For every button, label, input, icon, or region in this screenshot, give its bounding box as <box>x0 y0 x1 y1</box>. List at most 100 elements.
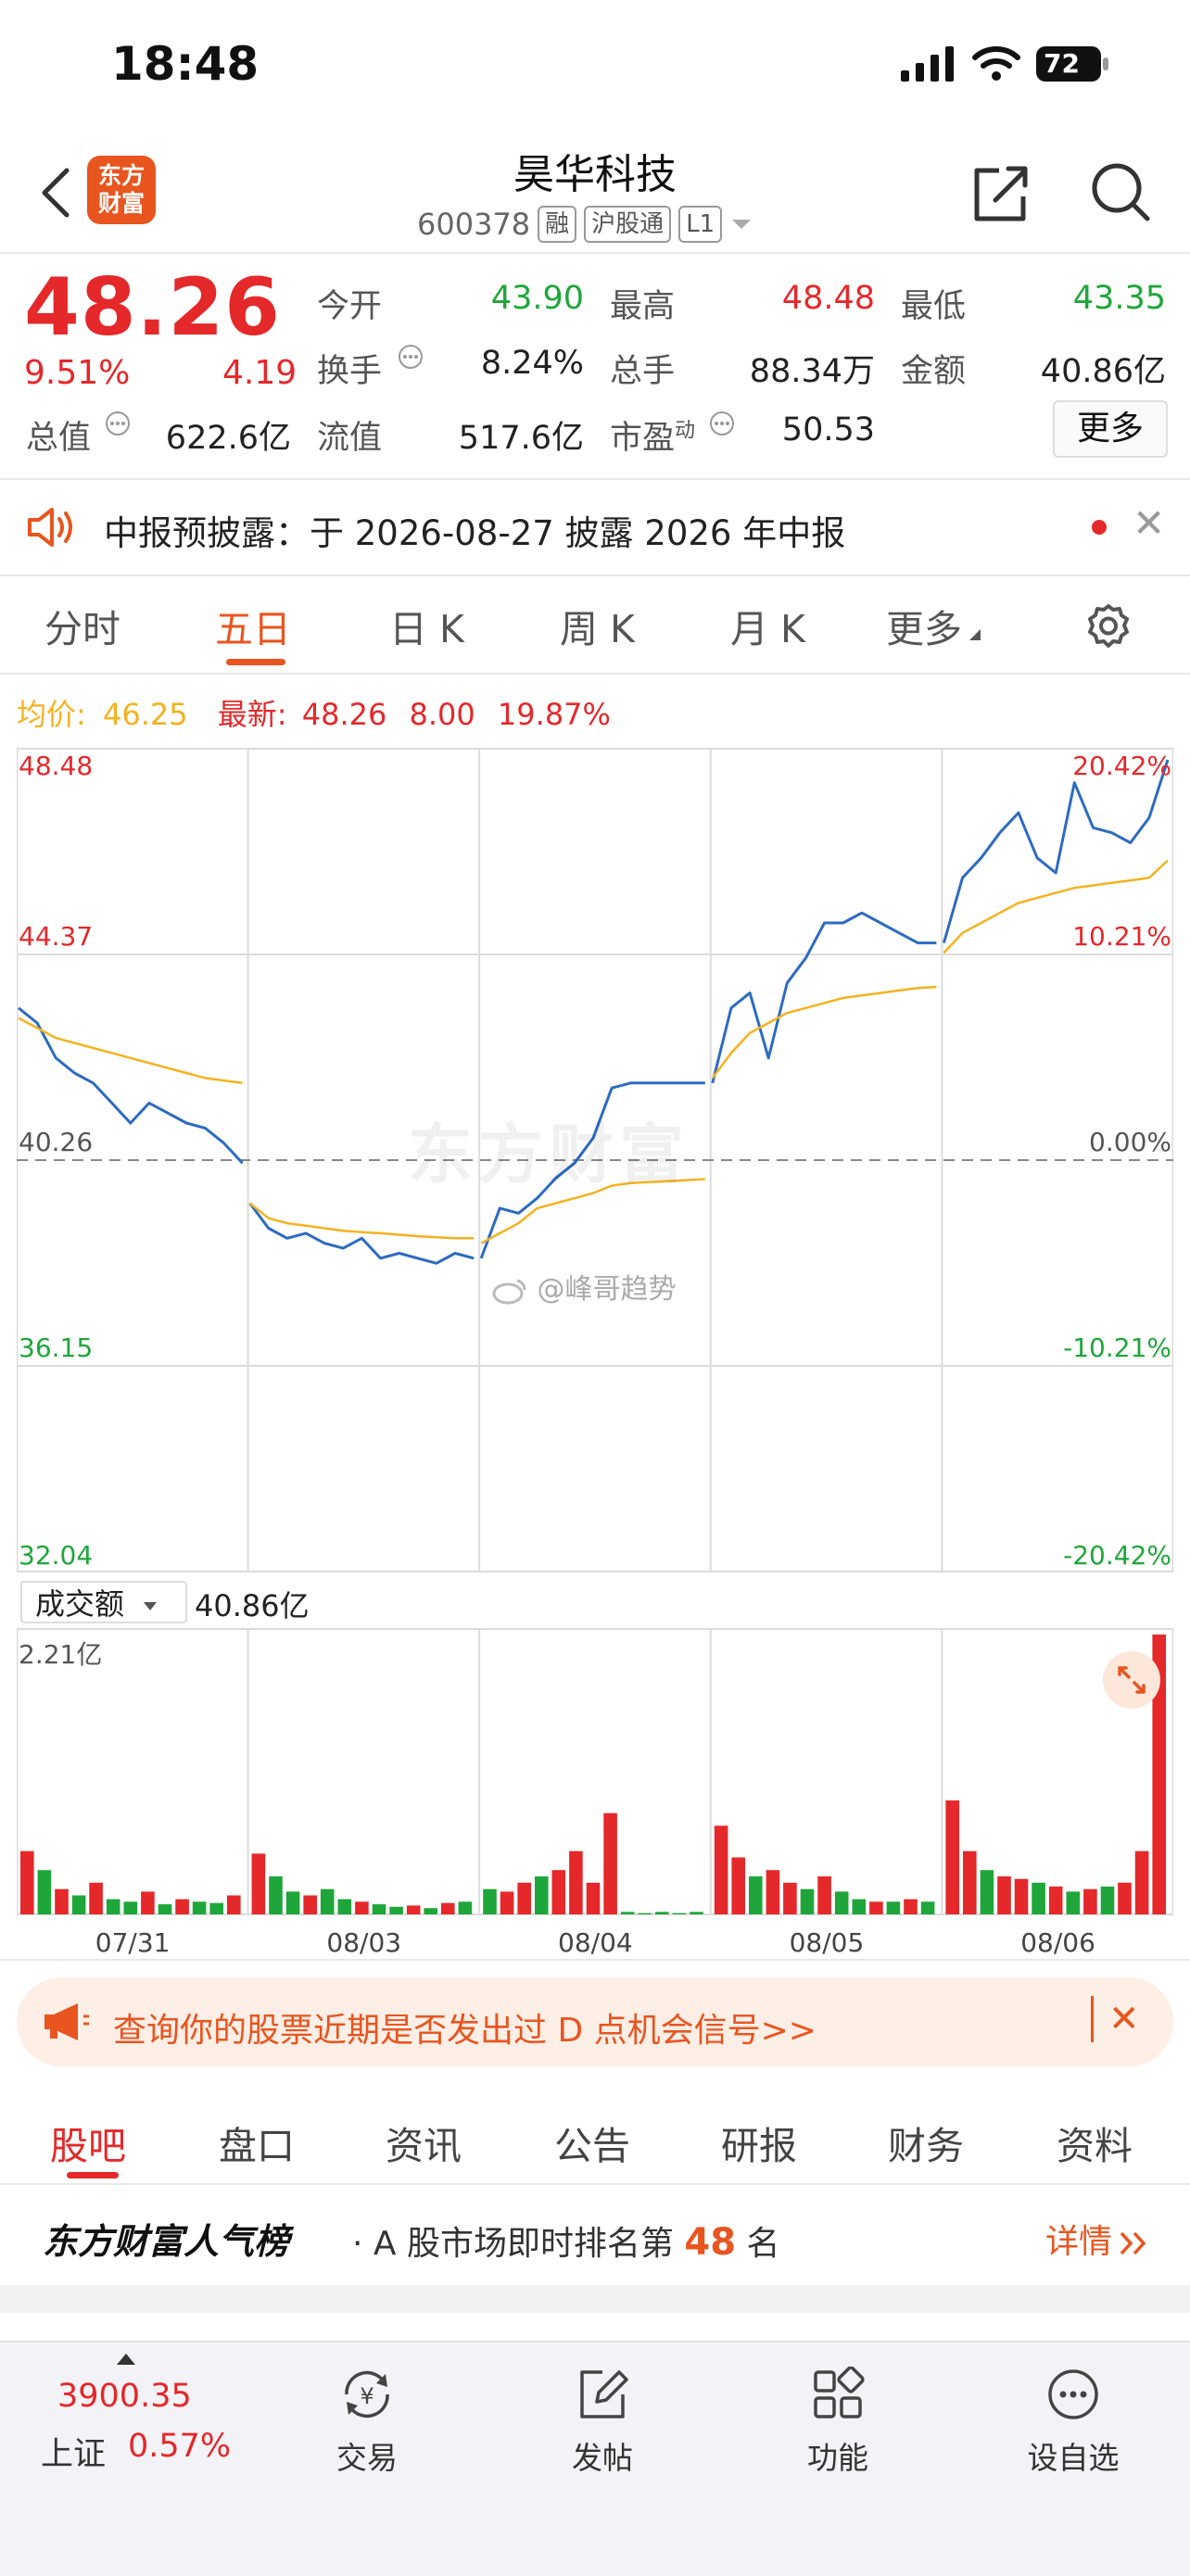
open-value: 43.90 <box>490 280 584 317</box>
gear-icon[interactable] <box>1082 600 1134 656</box>
expand-icon[interactable] <box>1103 1651 1160 1709</box>
market-cap-label: 总值 <box>26 420 92 457</box>
volume-bar <box>89 1882 103 1914</box>
percent-tick-label: 10.21% <box>1072 921 1171 952</box>
weibo-text: @峰哥趋势 <box>537 1273 677 1306</box>
volume-bar <box>904 1899 918 1914</box>
tag-margin: 融 <box>538 206 577 243</box>
change-amount: 4.19 <box>222 354 298 392</box>
volume-bar <box>869 1901 883 1914</box>
tab-news[interactable]: 资讯 <box>386 2115 462 2170</box>
more-button[interactable]: 更多 <box>1053 400 1168 458</box>
volume-bar <box>209 1902 223 1914</box>
stock-subline[interactable]: 600378 融 沪股通 L1 <box>417 206 753 243</box>
volume-bar <box>441 1902 455 1914</box>
volume-bar <box>783 1882 797 1914</box>
tab-daily-k[interactable]: 日 K <box>389 598 464 653</box>
dropdown-icon <box>732 220 752 229</box>
tab-active-indicator <box>226 659 285 665</box>
stock-code: 600378 <box>417 207 531 242</box>
tab-active-indicator <box>67 2172 119 2178</box>
tab-weekly-k[interactable]: 周 K <box>560 598 635 653</box>
tab-forum[interactable]: 股吧 <box>50 2115 126 2170</box>
info-icon[interactable] <box>104 410 132 441</box>
tab-orderbook[interactable]: 盘口 <box>219 2115 295 2170</box>
volume-bar <box>817 1876 831 1914</box>
amount-value: 40.86亿 <box>1040 353 1166 390</box>
volume-bar <box>1066 1891 1081 1914</box>
volume-bar <box>303 1895 317 1914</box>
volume-bar <box>55 1888 69 1914</box>
volume-bar <box>690 1912 703 1914</box>
volume-bar <box>655 1912 669 1914</box>
volume-bar <box>458 1901 473 1914</box>
volume-bar <box>37 1870 52 1914</box>
volume-bar <box>1083 1888 1097 1914</box>
tab-announcements[interactable]: 公告 <box>554 2115 630 2170</box>
volume-bar <box>389 1906 403 1914</box>
nav-add-watchlist[interactable]: 设自选 <box>999 2367 1147 2478</box>
signal-icon <box>901 46 956 85</box>
volume-bar <box>731 1857 745 1914</box>
tab-research[interactable]: 研报 <box>721 2115 797 2170</box>
volume-bar <box>269 1876 283 1914</box>
share-icon[interactable] <box>968 161 1032 230</box>
index-value[interactable]: 3900.35 <box>57 2378 192 2415</box>
average-price-line <box>248 1202 475 1240</box>
tab-monthly-k[interactable]: 月 K <box>730 598 805 653</box>
volume-bar <box>714 1825 728 1914</box>
volume-bar <box>980 1870 994 1914</box>
status-time: 18:48 <box>111 37 260 91</box>
close-icon[interactable]: ✕ <box>1108 1998 1140 2040</box>
close-icon[interactable]: ✕ <box>1133 500 1165 546</box>
price-tick-label: 40.26 <box>19 1127 93 1157</box>
volume-bar <box>158 1904 172 1914</box>
volume-bar <box>672 1913 687 1914</box>
volume-frame <box>17 1628 1173 1915</box>
megaphone-icon <box>41 2001 91 2046</box>
tab-financials[interactable]: 财务 <box>888 2115 964 2170</box>
volume-bar <box>1118 1882 1132 1914</box>
volume-bar <box>123 1901 138 1914</box>
turnover-value: 8.24% <box>480 345 584 382</box>
high-label: 最高 <box>610 288 676 325</box>
volume-bar <box>285 1891 300 1914</box>
info-icon[interactable] <box>397 343 424 374</box>
nav-trade[interactable]: ¥ 交易 <box>293 2367 441 2478</box>
divider <box>0 1959 1190 1961</box>
latest-label: 最新: <box>217 697 287 732</box>
caret-up-icon <box>115 2352 137 2370</box>
volume-bar <box>372 1904 386 1914</box>
avg-value: 46.25 <box>102 697 188 732</box>
svg-text:¥: ¥ <box>360 2383 373 2409</box>
volume-bar <box>586 1882 601 1914</box>
dropdown-icon <box>144 1602 158 1610</box>
volume-label: 总手 <box>610 353 676 390</box>
volume-bar <box>1100 1886 1115 1914</box>
weibo-icon <box>492 1279 526 1304</box>
rank-suffix: 名 <box>746 2225 780 2263</box>
volume-bar <box>1134 1850 1149 1914</box>
volume-indicator-select[interactable]: 成交额 <box>20 1581 187 1623</box>
tab-profile[interactable]: 资料 <box>1057 2115 1133 2170</box>
volume-bar <box>355 1901 369 1914</box>
search-icon[interactable] <box>1088 159 1153 228</box>
info-icon[interactable] <box>708 410 736 441</box>
amount-label: 金额 <box>901 353 967 390</box>
tab-intraday[interactable]: 分时 <box>44 598 120 653</box>
volume-bar <box>1014 1878 1029 1914</box>
tab-five-day[interactable]: 五日 <box>215 598 291 653</box>
tab-more[interactable]: 更多 <box>886 598 982 653</box>
nav-post[interactable]: 发帖 <box>528 2367 677 2478</box>
open-label: 今开 <box>317 288 383 325</box>
turnover-label: 换手 <box>317 353 383 390</box>
rank-brand: 东方财富人气榜 <box>43 2221 290 2262</box>
rank-detail-link[interactable]: 详情 <box>1045 2215 1151 2263</box>
banner-text: 查询你的股票近期是否发出过 D 点机会信号>> <box>113 2012 817 2050</box>
change-percent: 9.51% <box>24 354 131 392</box>
volume-bar <box>71 1895 86 1914</box>
market-cap-value: 622.6亿 <box>165 420 291 457</box>
volume-bar <box>424 1908 437 1914</box>
nav-functions[interactable]: 功能 <box>764 2366 912 2478</box>
last-price: 48.26 <box>24 261 282 354</box>
